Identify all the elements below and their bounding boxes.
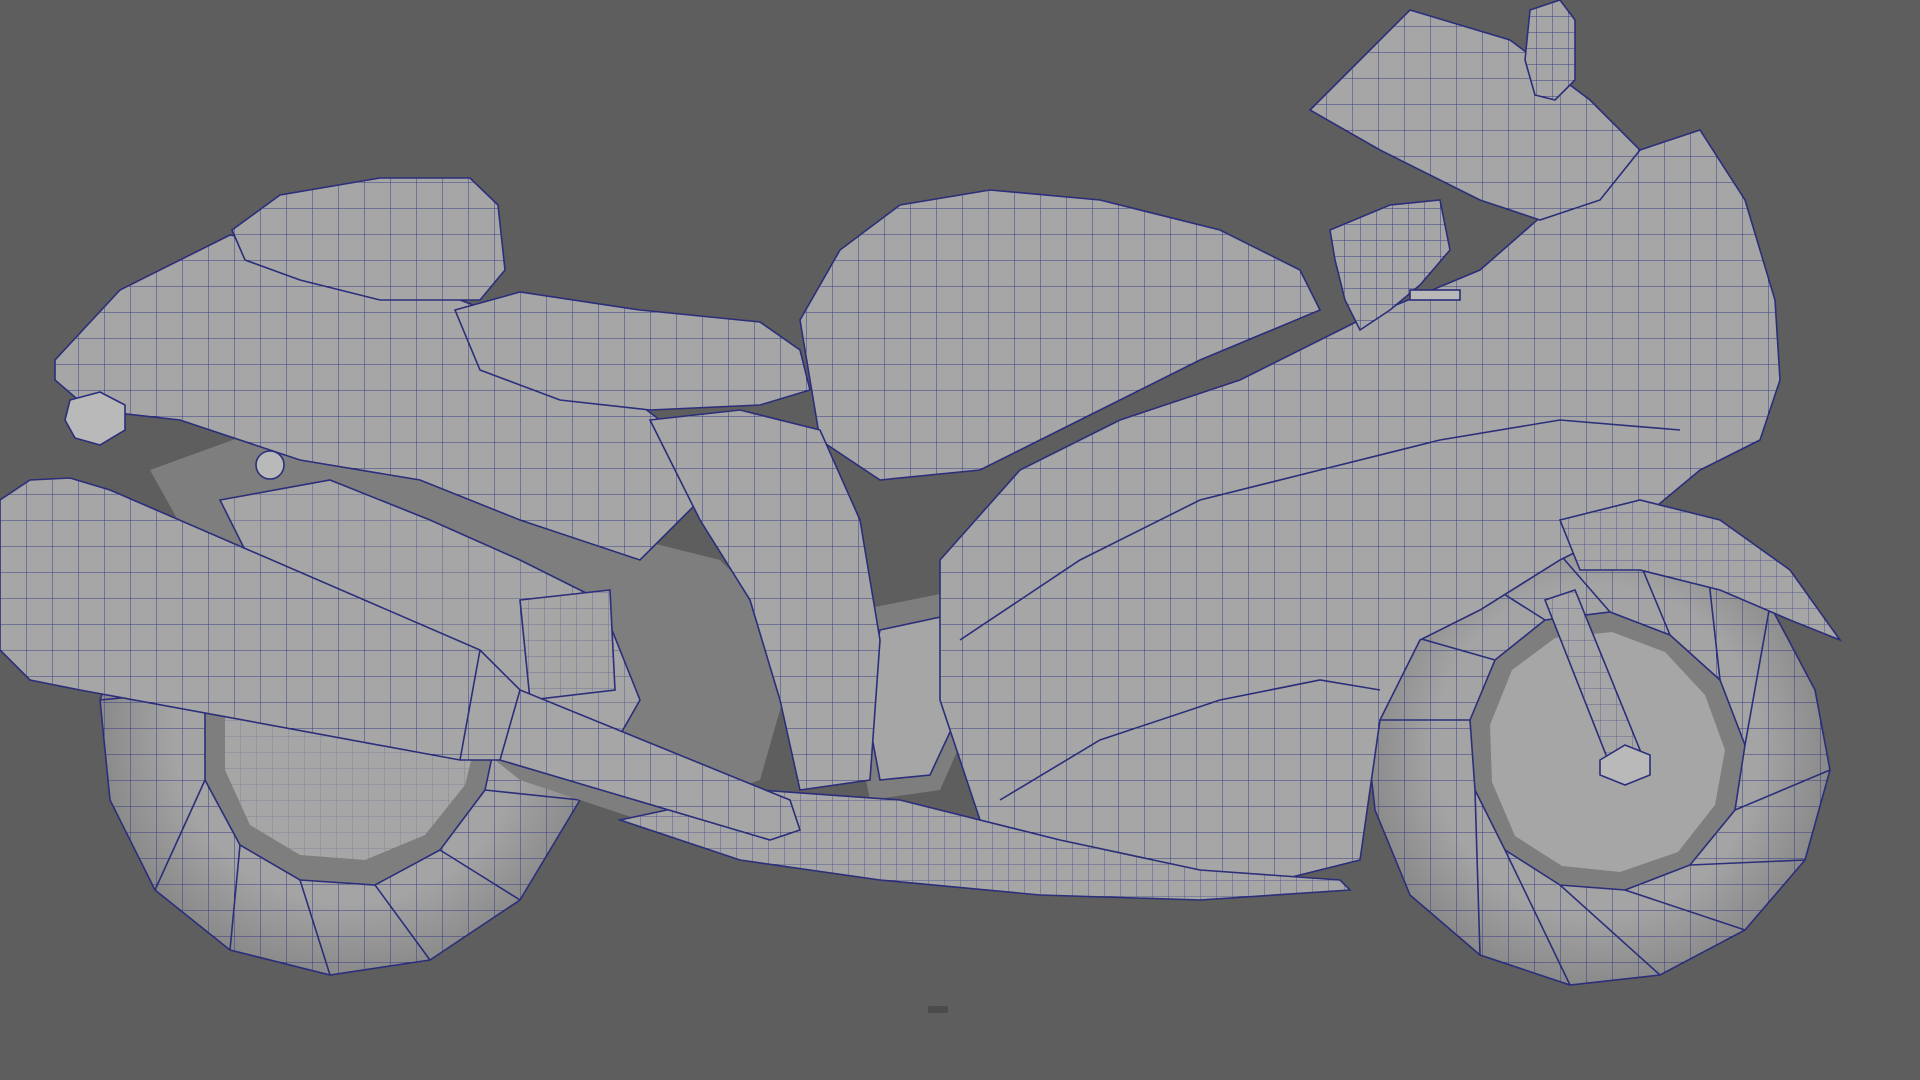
- mirror[interactable]: [1524, 0, 1576, 101]
- windscreen[interactable]: [1308, 9, 1642, 221]
- 3d-viewport[interactable]: [0, 0, 1920, 1080]
- ground-marker: [928, 1006, 948, 1013]
- motorcycle-model[interactable]: [0, 0, 1920, 1080]
